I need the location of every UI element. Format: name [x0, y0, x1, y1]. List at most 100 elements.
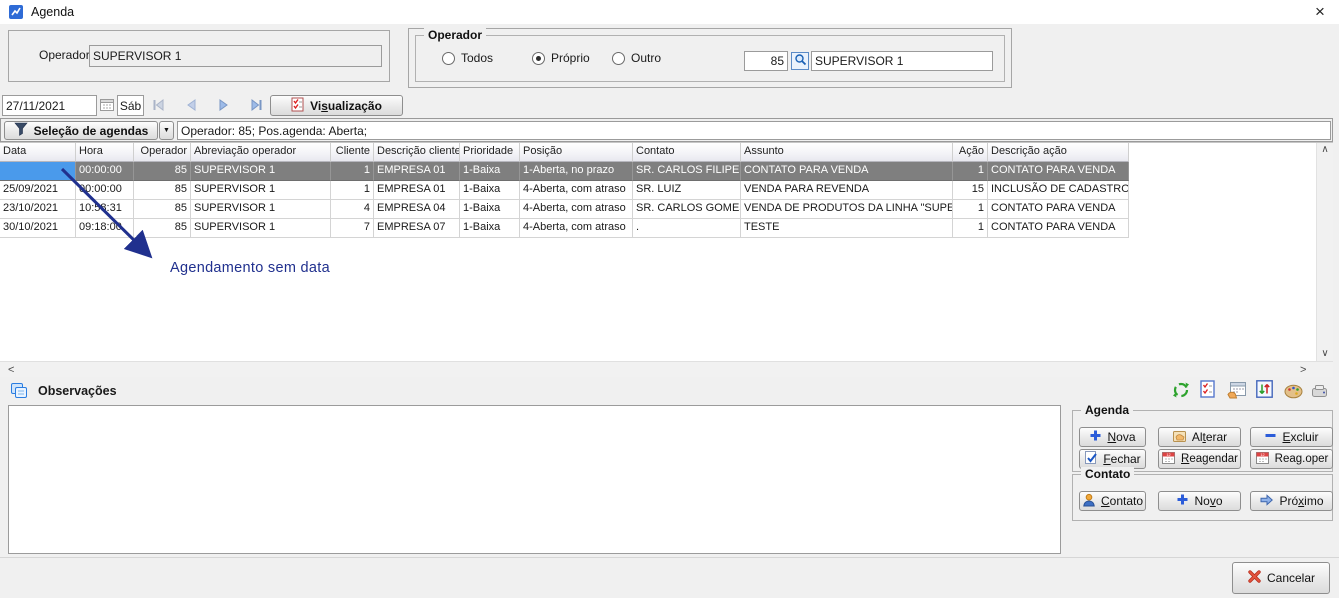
grid-cell[interactable]: 1 — [953, 219, 988, 238]
grid-row[interactable]: 25/09/2021 00:00:00 85 SUPERVISOR 1 1 EMPRESA… — [0, 181, 1333, 200]
grid-cell[interactable]: 4-Aberta, com atraso — [520, 181, 633, 200]
grid-header-cell[interactable]: Descrição cliente — [374, 143, 460, 162]
printer-icon[interactable] — [1311, 384, 1328, 401]
grid-header-cell[interactable]: Operador — [134, 143, 191, 162]
grid-header-cell[interactable]: Descrição ação — [988, 143, 1129, 162]
excluir-button[interactable]: Excluir — [1250, 427, 1333, 447]
grid-header-cell[interactable]: Ação — [953, 143, 988, 162]
sort-order-icon[interactable] — [1256, 380, 1273, 401]
previous-record-icon[interactable] — [183, 97, 199, 116]
grid-header-cell[interactable]: Prioridade — [460, 143, 520, 162]
grid-header-cell[interactable]: Posição — [520, 143, 633, 162]
operator-search-button[interactable] — [791, 52, 809, 70]
grid-cell[interactable]: 7 — [331, 219, 374, 238]
first-record-icon[interactable] — [150, 97, 166, 116]
grid-header-cell[interactable]: Abreviação operador — [191, 143, 331, 162]
reag-oper-button[interactable]: 12 Reag.oper — [1250, 449, 1333, 469]
grid-cell[interactable]: 1-Baixa — [460, 219, 520, 238]
scroll-down-icon[interactable]: ∨ — [1317, 347, 1332, 361]
grid-header-cell[interactable]: Assunto — [741, 143, 953, 162]
grid-cell[interactable]: EMPRESA 01 — [374, 181, 460, 200]
operator-name-field[interactable]: SUPERVISOR 1 — [811, 51, 993, 71]
grid-cell[interactable]: 1 — [331, 181, 374, 200]
grid-cell[interactable]: SUPERVISOR 1 — [191, 181, 331, 200]
grid-cell[interactable]: SR. CARLOS FILIPE — [633, 162, 741, 181]
cancel-button[interactable]: Cancelar — [1232, 562, 1330, 594]
grid-cell[interactable]: 85 — [134, 200, 191, 219]
grid-cell[interactable]: 1-Baixa — [460, 200, 520, 219]
grid-cell[interactable]: SR. LUIZ — [633, 181, 741, 200]
proximo-button[interactable]: Próximo — [1250, 491, 1333, 511]
grid-cell[interactable]: 85 — [134, 181, 191, 200]
grid-cell[interactable]: 4-Aberta, com atraso — [520, 200, 633, 219]
grid-cell[interactable]: EMPRESA 04 — [374, 200, 460, 219]
grid-cell[interactable]: 15 — [953, 181, 988, 200]
grid-row[interactable]: 30/10/2021 09:18:00 85 SUPERVISOR 1 7 EMPRESA… — [0, 219, 1333, 238]
grid-cell[interactable] — [0, 162, 76, 181]
refresh-icon[interactable] — [1172, 381, 1190, 402]
grid-cell[interactable]: EMPRESA 01 — [374, 162, 460, 181]
reagendar-button[interactable]: 12 Reagendar — [1158, 449, 1241, 469]
grid-cell[interactable]: TESTE — [741, 219, 953, 238]
next-record-icon[interactable] — [216, 97, 232, 116]
checklist-icon[interactable] — [1200, 380, 1216, 401]
grid-header-cell[interactable]: Data — [0, 143, 76, 162]
grid-cell[interactable]: CONTATO PARA VENDA — [741, 162, 953, 181]
grid-cell[interactable]: CONTATO PARA VENDA — [988, 200, 1129, 219]
contato-button[interactable]: Contato — [1079, 491, 1146, 511]
novo-button[interactable]: Novo — [1158, 491, 1241, 511]
selection-dropdown-button[interactable]: ▼ — [159, 121, 174, 140]
grid-cell[interactable]: 00:00:00 — [76, 162, 134, 181]
grid-row[interactable]: 23/10/2021 10:58:31 85 SUPERVISOR 1 4 EMPRESA… — [0, 200, 1333, 219]
grid-cell[interactable]: CONTATO PARA VENDA — [988, 162, 1129, 181]
grid-cell[interactable]: 85 — [134, 162, 191, 181]
grid-header-cell[interactable]: Contato — [633, 143, 741, 162]
date-input[interactable]: 27/11/2021 — [2, 95, 97, 116]
weekday-button[interactable]: Sáb — [117, 95, 144, 116]
palette-icon[interactable] — [1284, 384, 1303, 402]
calendar-icon[interactable] — [99, 97, 115, 116]
grid-cell[interactable]: . — [633, 219, 741, 238]
grid-cell[interactable]: 23/10/2021 — [0, 200, 76, 219]
grid-cell[interactable]: 00:00:00 — [76, 181, 134, 200]
grid-cell[interactable]: INCLUSÃO DE CADASTRO — [988, 181, 1129, 200]
close-icon[interactable]: × — [1305, 0, 1335, 24]
grid-horizontal-scrollbar[interactable]: < > — [0, 361, 1333, 377]
grid-cell[interactable]: SR. CARLOS GOMES — [633, 200, 741, 219]
grid-cell[interactable]: SUPERVISOR 1 — [191, 200, 331, 219]
grid-cell[interactable]: 4 — [331, 200, 374, 219]
grid-cell[interactable]: SUPERVISOR 1 — [191, 162, 331, 181]
grid-cell[interactable]: VENDA DE PRODUTOS DA LINHA "SUPER" — [741, 200, 953, 219]
grid-cell[interactable]: 1 — [953, 200, 988, 219]
radio-outro[interactable]: Outro — [612, 51, 661, 65]
grid-cell[interactable]: SUPERVISOR 1 — [191, 219, 331, 238]
grid-cell[interactable]: 09:18:00 — [76, 219, 134, 238]
alterar-button[interactable]: Alterar — [1158, 427, 1241, 447]
agenda-selection-button[interactable]: Seleção de agendas — [4, 121, 158, 140]
nova-button[interactable]: Nova — [1079, 427, 1146, 447]
grid-cell[interactable]: 1-Baixa — [460, 181, 520, 200]
radio-todos[interactable]: Todos — [442, 51, 493, 65]
operator-code-field[interactable]: 85 — [744, 51, 788, 71]
scroll-left-icon[interactable]: < — [4, 363, 18, 378]
grid-cell[interactable]: 1-Aberta, no prazo — [520, 162, 633, 181]
observations-textarea[interactable] — [8, 405, 1061, 554]
grid-cell[interactable]: 30/10/2021 — [0, 219, 76, 238]
grid-row[interactable]: 00:00:00 85 SUPERVISOR 1 1 EMPRESA 01 1-Baixa… — [0, 162, 1333, 181]
grid-cell[interactable]: 1 — [953, 162, 988, 181]
grid-cell[interactable]: 25/09/2021 — [0, 181, 76, 200]
grid-cell[interactable]: 1 — [331, 162, 374, 181]
grid-cell[interactable]: 85 — [134, 219, 191, 238]
grid-cell[interactable]: VENDA PARA REVENDA — [741, 181, 953, 200]
grid-vertical-scrollbar[interactable]: ∧ ∨ — [1316, 143, 1333, 361]
calendar-hand-icon[interactable] — [1226, 381, 1247, 402]
grid-cell[interactable]: 10:58:31 — [76, 200, 134, 219]
grid-cell[interactable]: 4-Aberta, com atraso — [520, 219, 633, 238]
scroll-right-icon[interactable]: > — [1296, 363, 1310, 378]
grid-cell[interactable]: 1-Baixa — [460, 162, 520, 181]
grid-cell[interactable]: EMPRESA 07 — [374, 219, 460, 238]
radio-proprio[interactable]: Próprio — [532, 51, 590, 65]
fechar-button[interactable]: Fechar — [1079, 449, 1146, 469]
grid-header-cell[interactable]: Hora — [76, 143, 134, 162]
scroll-up-icon[interactable]: ∧ — [1317, 143, 1332, 157]
